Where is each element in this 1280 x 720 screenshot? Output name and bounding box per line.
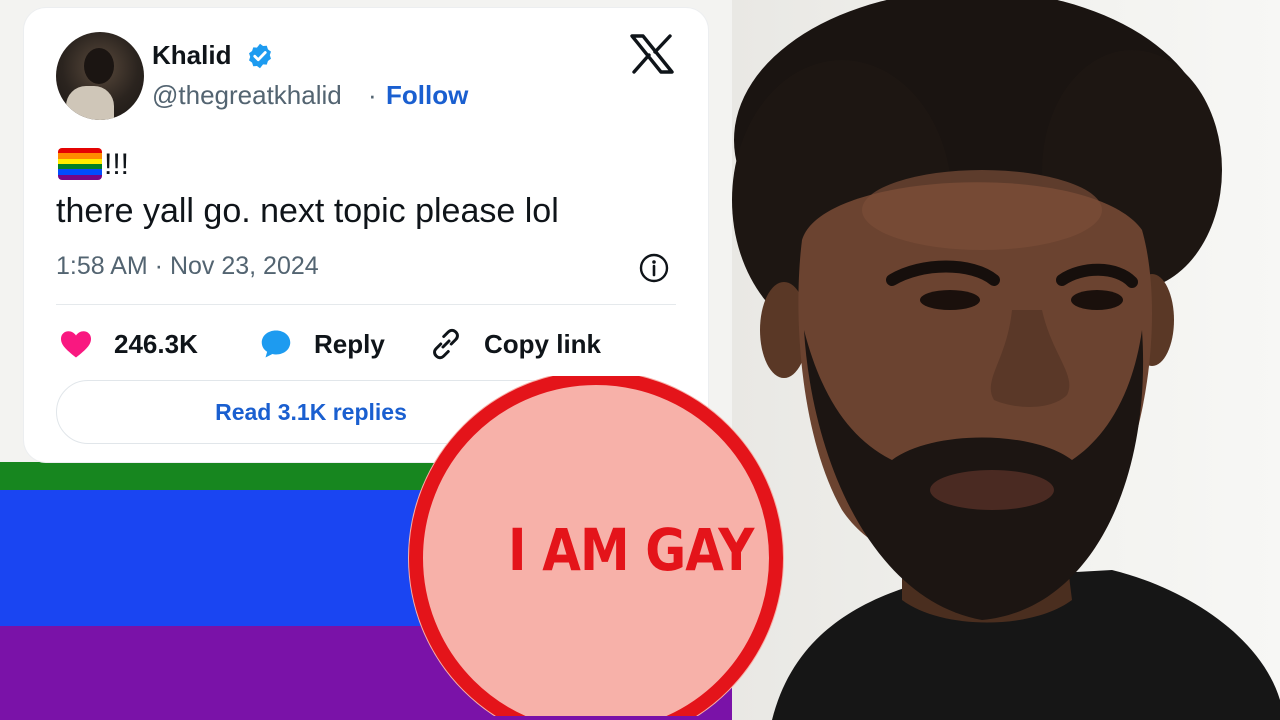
- tweet-text: there yall go. next topic please lol: [56, 192, 559, 230]
- avatar[interactable]: [56, 32, 144, 120]
- speech-bubble-icon: [261, 330, 291, 358]
- follow-button[interactable]: Follow: [386, 80, 468, 111]
- tweet-timestamp[interactable]: 1:58 AM · Nov 23, 2024: [56, 252, 319, 281]
- user-handle[interactable]: @thegreatkhalid: [152, 80, 342, 111]
- badge-text: I AM GAY: [508, 516, 754, 584]
- read-replies-label: Read 3.1K replies: [215, 398, 407, 425]
- info-icon[interactable]: [638, 252, 670, 284]
- tweet-emphasis: !!!: [104, 148, 130, 181]
- divider: [56, 304, 676, 305]
- like-count: 246.3K: [114, 328, 198, 359]
- link-icon: [433, 328, 459, 360]
- portrait-photo: [732, 0, 1280, 720]
- separator-dot: ·: [368, 80, 377, 110]
- verified-badge-icon: [249, 43, 271, 69]
- like-button[interactable]: 246.3K: [58, 326, 198, 362]
- display-name[interactable]: Khalid: [152, 40, 231, 71]
- heart-icon: [61, 331, 91, 358]
- copy-link-button[interactable]: Copy link: [428, 326, 601, 362]
- reply-button[interactable]: Reply: [258, 326, 385, 362]
- reply-label: Reply: [314, 328, 385, 359]
- x-logo-icon[interactable]: [630, 34, 674, 74]
- rainbow-flag-icon: [58, 148, 102, 180]
- copy-link-label: Copy link: [484, 328, 602, 359]
